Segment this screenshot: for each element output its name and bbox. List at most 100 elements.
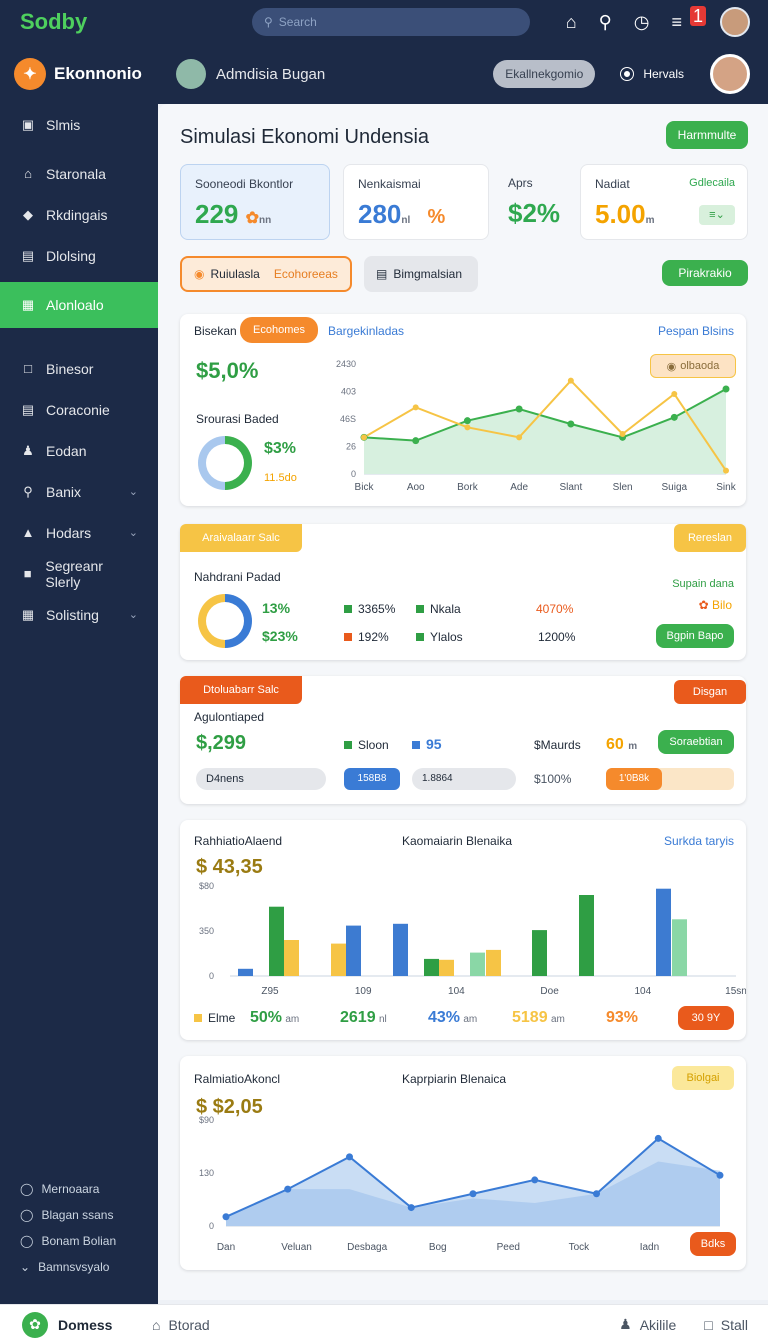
sidebar-item-coraconie[interactable]: ▤ Coraconie	[0, 389, 158, 430]
page-title: Simulasi Ekonomi Undensia	[180, 126, 430, 148]
stat-unit: am	[285, 1014, 300, 1025]
home-icon[interactable]: ⌂	[566, 12, 577, 33]
sidebar-footer-item[interactable]: ◯ Mernoaara	[0, 1176, 158, 1202]
card-action-button[interactable]: Soraebtian	[658, 730, 734, 754]
card-value: $ 43,35	[196, 856, 263, 878]
stat-label: $Maurds	[534, 738, 581, 752]
progress-chip[interactable]: 158B8	[344, 768, 400, 790]
sidebar-footer-item[interactable]: ◯ Blagan ssans	[0, 1202, 158, 1228]
calendar-icon: ▤	[376, 267, 388, 281]
tab-bar: ◉ Ruiulasla Ecohoreeas ▤ Bimgmalsian	[180, 256, 478, 292]
search-icon[interactable]: ⚲	[599, 12, 612, 33]
leaf-icon: ✿	[698, 598, 709, 612]
kpi-card[interactable]: Nenkaismai 280nl %	[343, 164, 489, 240]
action-button[interactable]: Harmmulte	[666, 121, 748, 149]
x-tick-label: Sink	[716, 482, 736, 493]
gauge-chart	[198, 594, 252, 648]
card-value: $5,0%	[196, 358, 259, 383]
tab-simulation[interactable]: ◉ Ruiulasla Ecohoreeas	[180, 256, 352, 292]
sidebar-item-slmis[interactable]: ▣ Slmis	[0, 104, 158, 145]
x-tick-label: Doe	[540, 986, 559, 997]
progress-value: $100%	[534, 772, 572, 786]
card-pill[interactable]: Ecohomes	[240, 317, 318, 343]
header-pill-button[interactable]: Ekallnekgomio	[493, 60, 596, 88]
leaf-icon: ✿	[245, 210, 260, 227]
stat: 50% am	[250, 1009, 340, 1027]
chart-title: Bargekinladas	[328, 324, 405, 338]
building-icon: ■	[23, 566, 32, 581]
search-input[interactable]: ⚲ Search	[252, 8, 530, 36]
header-option[interactable]: Hervals	[621, 67, 684, 81]
avatar[interactable]	[176, 59, 206, 89]
card-label: RalmiatioAkoncl	[194, 1072, 281, 1086]
card-action-button[interactable]: Bdks	[690, 1232, 736, 1256]
kpi-card[interactable]: Aprs $2%	[494, 164, 566, 240]
card-right-label: Surkda taryis	[663, 834, 734, 848]
x-tick-label: Iadn	[640, 1242, 659, 1253]
card-action-button[interactable]: 30 9Y	[678, 1006, 734, 1030]
sidebar-item-alonloalo[interactable]: ▦ Alonloalo	[0, 282, 158, 328]
calendar-icon: ▤	[21, 247, 35, 263]
sidebar-item-staronala[interactable]: ⌂ Staronala	[0, 153, 158, 194]
bottom-nav-item[interactable]: □ Stall	[704, 1317, 748, 1333]
filter-icon[interactable]: ≡ 1	[671, 5, 706, 33]
notification-badge: 1	[689, 5, 706, 26]
top-bar: Sodby ⚲ Search ⌂ ⚲ ◷ ≡ 1	[0, 0, 768, 44]
data-point	[593, 1190, 600, 1198]
sidebar-brand[interactable]: ✦ Ekonnonio	[0, 44, 158, 104]
clock-icon[interactable]: ◷	[634, 12, 650, 33]
x-tick-label: Ade	[510, 482, 528, 493]
sidebar-item-dlolsing[interactable]: ▤ Dlolsing	[0, 235, 158, 276]
tab-label: Bimgmalsian	[393, 267, 463, 281]
sidebar-item-banix[interactable]: ⚲ Banix ⌄	[0, 471, 158, 512]
x-tick-label: Slant	[559, 482, 582, 493]
profile-avatar[interactable]	[710, 54, 750, 94]
stat-value: 43%	[428, 1009, 461, 1026]
card-right-pill[interactable]: Biolgai	[672, 1066, 734, 1090]
stat-value: 5189	[512, 1009, 548, 1026]
stat: 5189 am	[512, 1009, 606, 1027]
kpi-card[interactable]: Sooneodi Bkontlor 229 ✿nn	[180, 164, 330, 240]
sidebar-item-label: Hodars	[46, 524, 92, 541]
kpi-label: Sooneodi Bkontlor	[195, 177, 294, 191]
bottom-home[interactable]: ✿ Domess	[22, 1311, 152, 1338]
sidebar-item-rkdingais[interactable]: ◆ Rkdingais	[0, 194, 158, 235]
bar	[284, 940, 299, 976]
avatar[interactable]	[720, 7, 750, 37]
sidebar-item-label: Banix	[46, 483, 82, 500]
x-tick-label: Aoo	[407, 482, 425, 493]
x-tick-label: 104	[448, 986, 465, 997]
tab-other[interactable]: ▤ Bimgmalsian	[364, 256, 478, 292]
sidebar-item-segreanr-slerly[interactable]: ■ Segreanr Slerly	[0, 553, 158, 594]
bottom-nav-item[interactable]: ⌂ Btorad	[152, 1317, 210, 1333]
sidebar-footer-item[interactable]: ⌄ Bamnsvsyalo	[0, 1254, 158, 1280]
chevron-down-icon: ⌄	[128, 527, 138, 539]
legend-item: Nkala	[416, 602, 461, 616]
app-logo[interactable]: Sodby	[20, 9, 252, 35]
data-point	[716, 1171, 724, 1179]
legend-value: 3365%	[358, 602, 396, 616]
home-icon: ⌂	[24, 166, 32, 181]
y-tick-label: $80	[199, 881, 214, 891]
tab-action-button[interactable]: Pirakrakio	[662, 260, 748, 286]
kpi-card[interactable]: Nadiat Gdlecaila 5.00m ≡⌄	[580, 164, 748, 240]
sidebar-item-hodars[interactable]: ▲ Hodars ⌄	[0, 512, 158, 553]
progress-bar: 1.8864	[412, 768, 516, 790]
sidebar-item-eodan[interactable]: ♟ Eodan	[0, 430, 158, 471]
card-action-button[interactable]: Bgpin Bapo	[656, 624, 734, 648]
card-header-right[interactable]: Disgan	[674, 680, 746, 704]
brand-name: Ekonnonio	[54, 64, 142, 83]
x-tick-label: 104	[634, 986, 651, 997]
tab-label: Ruiulasla	[210, 267, 260, 281]
data-point	[531, 1176, 539, 1184]
bottom-nav-item[interactable]: ♟ Akilile	[619, 1316, 676, 1333]
card-header-right[interactable]: Rereslan	[674, 524, 746, 552]
y-tick-label: 130	[199, 1168, 214, 1178]
data-point	[346, 1153, 353, 1161]
stat-value: 2619	[340, 1009, 376, 1026]
sidebar-item-binesor[interactable]: □ Binesor	[0, 348, 158, 389]
sidebar-item-solisting[interactable]: ▦ Solisting ⌄	[0, 594, 158, 635]
sidebar-footer-item[interactable]: ◯ Bonam Bolian	[0, 1228, 158, 1254]
kpi-suffix: nn	[259, 215, 272, 226]
dropdown-icon[interactable]: ≡⌄	[699, 205, 735, 225]
